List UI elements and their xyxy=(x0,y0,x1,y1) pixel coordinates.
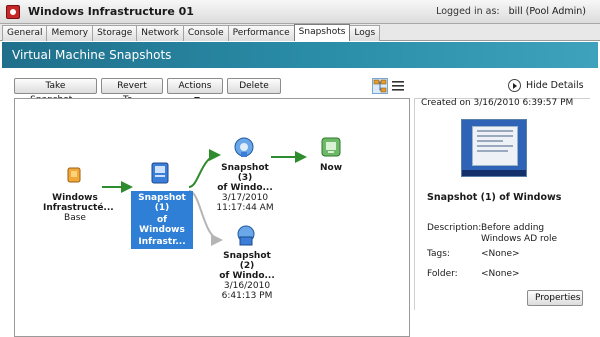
snapshot-toolbar: Take Snapshot... Revert To... Actions De… xyxy=(14,78,281,105)
snapshot3-label-line2: of Windo... xyxy=(217,183,273,193)
tree-view-icon[interactable] xyxy=(372,78,388,94)
snapshot-node-now[interactable]: Now xyxy=(315,163,347,173)
folder-value: <None> xyxy=(481,269,520,279)
snapshot1-label-line1: Snapshot (1) xyxy=(138,193,186,213)
snapshot1-label-line2: of Windows xyxy=(139,215,185,235)
view-switcher xyxy=(372,78,406,94)
vm-base-icon[interactable] xyxy=(67,167,81,186)
tab-console[interactable]: Console xyxy=(182,25,229,41)
folder-label: Folder: xyxy=(427,269,458,279)
base-sub: Base xyxy=(64,213,86,223)
hide-details-label: Hide Details xyxy=(526,80,584,91)
snapshot-node-3[interactable]: Snapshot (3) of Windo... 3/17/2010 11:17… xyxy=(215,163,275,213)
snapshot-name: Snapshot (1) of Windows xyxy=(427,192,562,203)
take-snapshot-button[interactable]: Take Snapshot... xyxy=(14,78,97,105)
base-label-line2: Infrastructé... xyxy=(43,203,114,213)
snapshot-node-1[interactable]: Snapshot (1) of Windows Infrastr... xyxy=(131,191,193,249)
properties-button[interactable]: Properties xyxy=(527,290,583,306)
snapshot1-label-line3: Infrastr... xyxy=(138,237,186,247)
snapshot3-date: 3/17/2010 xyxy=(221,193,269,203)
tab-performance[interactable]: Performance xyxy=(227,25,295,41)
tab-network[interactable]: Network xyxy=(136,25,184,41)
tab-memory[interactable]: Memory xyxy=(46,25,94,41)
description-value: Before adding Windows AD role xyxy=(481,223,558,244)
app-logo-icon xyxy=(6,4,20,19)
tags-value: <None> xyxy=(481,249,520,259)
section-header: Virtual Machine Snapshots xyxy=(2,42,598,68)
window-title: Windows Infrastructure 01 xyxy=(28,5,194,18)
actions-dropdown-button[interactable]: Actions xyxy=(167,78,223,101)
chevron-right-icon xyxy=(508,79,521,92)
delete-button[interactable]: Delete xyxy=(227,78,281,94)
description-label: Description: xyxy=(427,223,482,233)
snapshot2-time: 6:41:13 PM xyxy=(221,291,273,301)
tab-snapshots[interactable]: Snapshots xyxy=(293,24,351,41)
tab-general[interactable]: General xyxy=(2,25,48,41)
tags-label: Tags: xyxy=(427,249,450,259)
snapshot2-label-line1: Snapshot (2) xyxy=(223,251,271,271)
snapshot3-icon[interactable] xyxy=(233,135,255,162)
snapshot-details-panel: Created on 3/16/2010 6:39:57 PM Snapshot… xyxy=(414,98,590,310)
snapshot-node-base[interactable]: Windows Infrastructé... Base xyxy=(43,193,114,223)
hide-details-toggle[interactable]: Hide Details xyxy=(508,79,584,92)
login-status: Logged in as: bill (Pool Admin) xyxy=(436,6,586,17)
title-bar: Windows Infrastructure 01 Logged in as: … xyxy=(0,0,600,24)
tab-storage[interactable]: Storage xyxy=(92,25,138,41)
now-icon[interactable] xyxy=(321,137,341,160)
actions-label: Actions xyxy=(178,81,212,91)
created-on-text: Created on 3/16/2010 6:39:57 PM xyxy=(421,98,574,108)
thumbnail-window xyxy=(472,126,518,166)
logged-in-label: Logged in as: xyxy=(436,6,500,17)
snapshot2-icon[interactable] xyxy=(235,223,257,250)
base-label-line1: Windows xyxy=(52,193,98,203)
snapshot3-time: 11:17:44 AM xyxy=(216,203,274,213)
snapshot-tree-panel: Windows Infrastructé... Base Snapshot (1… xyxy=(14,98,410,337)
snapshot-node-2[interactable]: Snapshot (2) of Windo... 3/16/2010 6:41:… xyxy=(217,251,277,301)
now-label: Now xyxy=(319,163,343,173)
logged-in-user: bill (Pool Admin) xyxy=(508,6,586,17)
snapshot1-icon[interactable] xyxy=(149,161,171,188)
snapshot3-label-line1: Snapshot (3) xyxy=(221,163,269,183)
revert-to-button[interactable]: Revert To... xyxy=(101,78,163,105)
thumbnail-taskbar xyxy=(462,170,526,176)
snapshot2-label-line2: of Windo... xyxy=(219,271,275,281)
snapshot-thumbnail xyxy=(461,119,527,177)
list-view-icon[interactable] xyxy=(390,78,406,94)
tab-logs[interactable]: Logs xyxy=(349,25,381,41)
snapshot2-date: 3/16/2010 xyxy=(223,281,271,291)
tab-bar: General Memory Storage Network Console P… xyxy=(0,24,600,41)
